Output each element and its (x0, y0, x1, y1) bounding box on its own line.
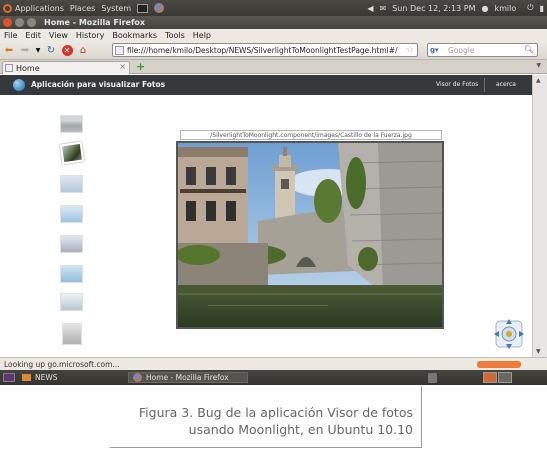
vertical-scrollbar[interactable]: ▲ ▼ (532, 75, 547, 357)
scroll-up-icon[interactable]: ▲ (536, 77, 541, 84)
folder-icon (22, 374, 31, 381)
thumbnail-selected[interactable] (59, 141, 85, 165)
nav-acerca[interactable]: acerca (496, 81, 516, 88)
taskbar-item-label: Home - Mozilla Firefox (146, 373, 229, 382)
google-icon[interactable]: g▾ (430, 46, 445, 55)
taskbar-item-news[interactable]: NEWS (18, 372, 124, 383)
trash-icon[interactable]: ▮ (537, 0, 547, 16)
menu-tools[interactable]: Tools (161, 31, 189, 40)
thumbnail[interactable] (60, 235, 83, 253)
back-button[interactable]: ⬅ (2, 43, 16, 57)
new-tab-button[interactable]: + (136, 60, 145, 73)
thumbnail[interactable] (60, 293, 83, 311)
tab-page-icon (5, 64, 13, 72)
tab-list-icon[interactable]: ▼ (536, 62, 541, 69)
user-icon: ● (481, 3, 489, 13)
user-menu[interactable]: kmilo (492, 0, 520, 16)
power-icon[interactable]: ⏻ (519, 0, 536, 16)
caption-line-1: Figura 3. Bug de la aplicación Visor de … (138, 405, 413, 420)
menu-bar: File Edit View History Bookmarks Tools H… (0, 29, 547, 41)
tab-label: Home (16, 63, 40, 73)
bookmark-star-icon[interactable]: ☆ (406, 45, 414, 55)
bottom-panel: NEWS Home - Mozilla Firefox (0, 370, 547, 385)
top-panel: Applications Places System ◀ ✉ Sun Dec 1… (0, 0, 547, 16)
menu-view[interactable]: View (45, 31, 72, 40)
window-close-button[interactable] (3, 18, 12, 27)
clock[interactable]: Sun Dec 12, 2:13 PM (389, 0, 478, 16)
zoom-compass-icon (494, 319, 524, 349)
app-title: Aplicación para visualizar Fotos (31, 80, 166, 89)
image-path-label: /SilverlightToMoonlight.component/images… (180, 130, 442, 140)
stop-icon[interactable]: ✕ (60, 43, 74, 57)
taskbar-item-firefox[interactable]: Home - Mozilla Firefox (128, 372, 248, 383)
thumbnail[interactable] (60, 265, 83, 283)
menu-history[interactable]: History (72, 31, 108, 40)
firefox-icon (133, 373, 142, 382)
terminal-launcher-icon[interactable] (134, 0, 151, 16)
search-placeholder: Google (448, 45, 475, 55)
url-bar[interactable]: file:///home/kmilo/Desktop/NEWS/Silverli… (112, 43, 418, 57)
notification-icon[interactable] (428, 373, 437, 383)
loading-progress-bar (477, 361, 521, 368)
window-title: Home - Mozilla Firefox (44, 18, 146, 27)
system-menu[interactable]: System (98, 0, 134, 16)
thumbnail[interactable] (60, 175, 83, 193)
page-icon (115, 46, 124, 55)
search-icon[interactable]: 🔍︎ (524, 45, 534, 54)
workspace-switcher[interactable] (483, 372, 497, 383)
zoom-control[interactable] (493, 318, 525, 350)
menu-bookmarks[interactable]: Bookmarks (108, 31, 161, 40)
url-text: file:///home/kmilo/Desktop/NEWS/Silverli… (127, 45, 398, 55)
applications-label: Applications (15, 3, 64, 13)
nav-separator (484, 78, 485, 92)
tab-bar: Home × + ▼ (0, 60, 547, 74)
thumbnail[interactable] (62, 323, 82, 345)
window-maximize-button[interactable] (27, 18, 36, 27)
thumbnail[interactable] (60, 205, 83, 223)
scroll-down-icon[interactable]: ▼ (536, 348, 541, 355)
app-logo-icon (13, 79, 25, 91)
screenshot: Applications Places System ◀ ✉ Sun Dec 1… (0, 0, 547, 385)
tab-close-icon[interactable]: × (119, 62, 126, 71)
menu-file[interactable]: File (0, 31, 21, 40)
caption-line-2: usando Moonlight, en Ubuntu 10.10 (188, 422, 413, 437)
history-dropdown-icon[interactable]: ▼ (34, 43, 42, 57)
firefox-launcher-icon[interactable] (151, 0, 167, 16)
window-titlebar[interactable]: Home - Mozilla Firefox (0, 16, 547, 29)
app-header: Aplicación para visualizar Fotos Visor d… (0, 75, 532, 95)
show-desktop-icon[interactable] (3, 373, 15, 382)
navigation-toolbar: ⬅ ➡ ▼ ↻ ✕ ⌂ file:///home/kmilo/Desktop/N… (0, 41, 547, 60)
mail-icon[interactable]: ✉ (377, 0, 390, 16)
applications-menu[interactable]: Applications (0, 0, 67, 16)
status-bar: Looking up go.microsoft.com... (0, 357, 547, 370)
workspace-switcher-2[interactable] (498, 372, 512, 383)
castle-photo-image (178, 143, 442, 327)
volume-icon[interactable]: ◀ (364, 0, 376, 16)
menu-edit[interactable]: Edit (21, 31, 45, 40)
ubuntu-logo-icon (3, 3, 12, 13)
home-icon[interactable]: ⌂ (76, 43, 90, 57)
places-menu[interactable]: Places (67, 0, 98, 16)
forward-button[interactable]: ➡ (18, 43, 32, 57)
search-field[interactable]: g▾ Google 🔍︎ (427, 43, 538, 57)
taskbar-item-label: NEWS (35, 373, 58, 382)
tab-home[interactable]: Home × (2, 61, 130, 74)
window-minimize-button[interactable] (15, 18, 24, 27)
main-photo (176, 141, 444, 329)
status-text: Looking up go.microsoft.com... (4, 359, 120, 369)
thumbnail[interactable] (60, 115, 83, 133)
nav-visor-de-fotos[interactable]: Visor de Fotos (436, 81, 478, 88)
reload-icon[interactable]: ↻ (44, 43, 58, 57)
menu-help[interactable]: Help (189, 31, 215, 40)
figure-caption: Figura 3. Bug de la aplicación Visor de … (110, 386, 422, 448)
